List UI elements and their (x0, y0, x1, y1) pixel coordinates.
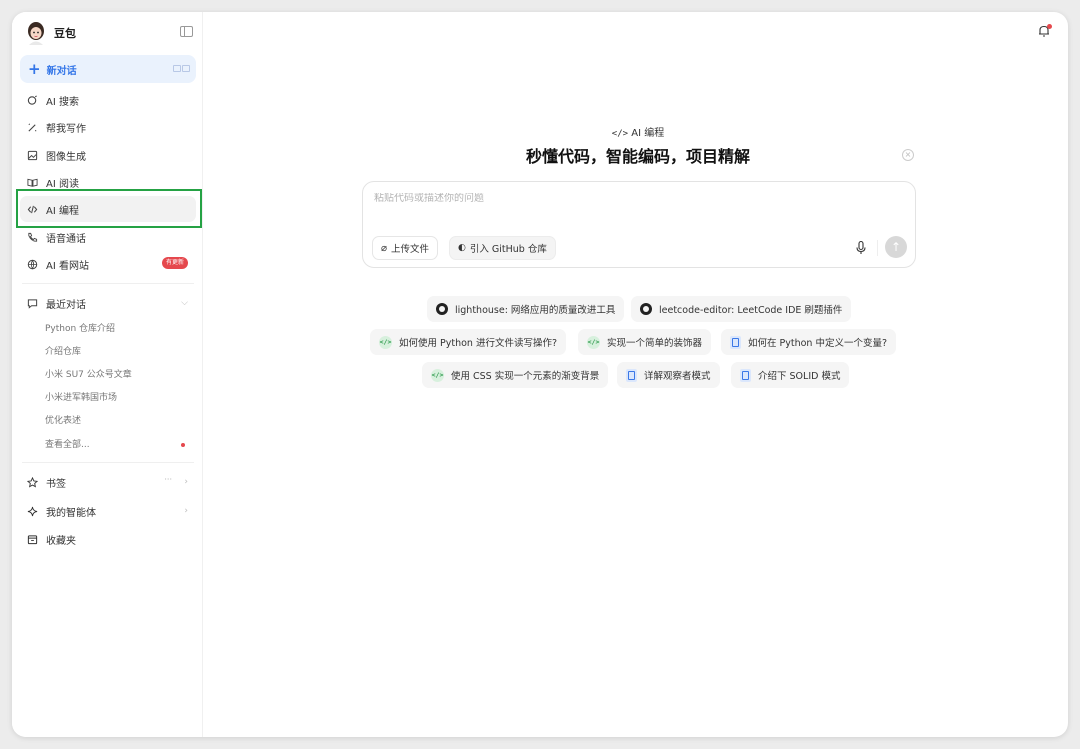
suggestion-text: 如何在 Python 中定义一个变量? (748, 338, 888, 349)
suggestion-text: 使用 CSS 实现一个元素的渐变背景 (451, 371, 600, 382)
history-item[interactable]: 介绍仓库 (45, 342, 81, 362)
prompt-input[interactable] (374, 193, 894, 204)
divider (22, 462, 194, 463)
send-button[interactable]: ↑ (885, 236, 907, 258)
upload-file-label: 上传文件 (391, 244, 430, 255)
more-icon[interactable]: ··· (164, 475, 172, 484)
suggestion-chip[interactable]: </> 使用 CSS 实现一个元素的渐变背景 (422, 362, 609, 388)
github-icon (436, 303, 448, 315)
close-icon[interactable]: × (902, 149, 914, 161)
phone-icon (28, 232, 38, 242)
update-badge: 有更新 (161, 257, 188, 269)
sidebar-item-writing[interactable]: 帮我写作 (20, 114, 196, 140)
sidebar-item-web-view[interactable]: AI 看网站 有更新 (20, 251, 196, 277)
history-item[interactable]: 小米 SU7 公众号文章 (45, 365, 132, 385)
import-github-button[interactable]: ◐ 引入 GitHub 仓库 (449, 236, 556, 260)
document-icon (730, 335, 741, 349)
app-window: 豆包 + 新对话 AI 搜索 帮我写作 图像生成 AI 阅读 AI 编程 语音通… (12, 12, 1068, 737)
sidebar-item-label: 图像生成 (46, 151, 86, 163)
document-icon (626, 368, 637, 382)
sparkle-icon (27, 506, 38, 516)
new-chat-label: 新对话 (46, 65, 77, 77)
suggestion-chip[interactable]: </> 实现一个简单的装饰器 (578, 329, 712, 355)
avatar (28, 22, 44, 45)
mode-label: AI 编程 (631, 128, 665, 139)
sidebar-item-favorites[interactable]: 收藏夹 (20, 527, 196, 551)
paperclip-icon: ⌀ (381, 242, 388, 254)
plus-icon: + (28, 59, 41, 78)
chat-bubble-icon (27, 298, 38, 309)
suggestion-text: lighthouse: 网络应用的质量改进工具 (455, 305, 616, 316)
sidebar-item-label: AI 编程 (46, 205, 79, 217)
code-icon: </> (379, 335, 392, 349)
suggestion-text: 介绍下 SOLID 模式 (758, 371, 841, 382)
sidebar-item-ai-search[interactable]: AI 搜索 (20, 87, 196, 113)
favorites-label: 收藏夹 (46, 535, 76, 547)
sidebar-item-ai-reading[interactable]: AI 阅读 (20, 169, 196, 195)
import-github-label: 引入 GitHub 仓库 (469, 244, 547, 255)
divider (22, 283, 194, 284)
github-icon (640, 303, 652, 315)
sidebar: 豆包 + 新对话 AI 搜索 帮我写作 图像生成 AI 阅读 AI 编程 语音通… (12, 12, 203, 737)
code-icon: </> (587, 335, 600, 349)
book-icon (27, 178, 38, 187)
microphone-icon[interactable] (855, 240, 867, 256)
sidebar-item-ai-coding[interactable]: AI 编程 (20, 196, 196, 222)
code-icon (27, 205, 38, 213)
brand[interactable]: 豆包 (26, 21, 76, 45)
chevron-right-icon[interactable]: › (184, 477, 188, 487)
new-chat-button[interactable]: + 新对话 (20, 55, 196, 83)
suggestion-chip[interactable]: lighthouse: 网络应用的质量改进工具 (427, 296, 625, 322)
github-icon: ◐ (458, 243, 466, 253)
sidebar-item-my-agents[interactable]: 我的智能体 › (20, 499, 196, 523)
chevron-down-icon[interactable]: ⌵ (181, 298, 188, 308)
archive-icon (27, 534, 38, 544)
suggestion-text: 实现一个简单的装饰器 (607, 338, 703, 349)
brand-name: 豆包 (54, 27, 76, 40)
sidebar-item-voice-call[interactable]: 语音通话 (20, 224, 196, 250)
history-item[interactable]: 小米进军韩国市场 (45, 388, 117, 408)
recent-chats-header[interactable]: 最近对话 ⌵ (20, 291, 196, 315)
mode-title: </> AI 编程 (362, 124, 914, 139)
document-icon (740, 368, 751, 382)
code-icon: </> (611, 129, 629, 139)
sidebar-item-label: AI 看网站 (46, 260, 89, 272)
suggestion-chip[interactable]: 如何在 Python 中定义一个变量? (721, 329, 897, 355)
code-icon: </> (431, 368, 444, 382)
my-agents-label: 我的智能体 (46, 507, 96, 519)
sidebar-item-label: AI 搜索 (46, 96, 79, 108)
recent-chats-title: 最近对话 (46, 299, 86, 311)
chevron-right-icon[interactable]: › (184, 506, 188, 516)
sidebar-item-label: AI 阅读 (46, 178, 79, 190)
suggestion-chip[interactable]: 详解观察者模式 (617, 362, 720, 388)
history-item[interactable]: 优化表述 (45, 411, 81, 431)
upload-file-button[interactable]: ⌀ 上传文件 (372, 236, 439, 260)
view-all-link[interactable]: 查看全部... (45, 435, 90, 455)
suggestion-text: 详解观察者模式 (644, 371, 711, 382)
sidebar-item-label: 帮我写作 (46, 123, 86, 135)
divider (877, 240, 878, 256)
sidebar-item-label: 语音通话 (46, 233, 86, 245)
shortcut-icon (173, 65, 190, 72)
sidebar-item-image-gen[interactable]: 图像生成 (20, 142, 196, 168)
globe-icon (27, 259, 38, 269)
sidebar-item-bookmarks[interactable]: 书签 ··· › (20, 470, 196, 494)
sidebar-collapse-icon[interactable] (180, 26, 193, 37)
suggestion-chip[interactable]: </> 如何使用 Python 进行文件读写操作? (370, 329, 567, 355)
notification-dot (1047, 24, 1052, 29)
pen-icon (28, 123, 37, 132)
suggestion-text: 如何使用 Python 进行文件读写操作? (399, 338, 558, 349)
search-icon (27, 94, 37, 105)
unread-dot (181, 443, 185, 447)
history-item[interactable]: Python 仓库介绍 (45, 319, 115, 339)
image-icon (27, 150, 38, 160)
suggestion-chip[interactable]: 介绍下 SOLID 模式 (731, 362, 850, 388)
suggestion-chip[interactable]: leetcode-editor: LeetCode IDE 刷题插件 (631, 296, 852, 322)
bookmarks-label: 书签 (46, 478, 66, 490)
page-title: 秒懂代码，智能编码，项目精解 (525, 147, 750, 166)
suggestion-text: leetcode-editor: LeetCode IDE 刷题插件 (659, 305, 843, 316)
star-icon (27, 476, 38, 488)
composer: ⌀ 上传文件 ◐ 引入 GitHub 仓库 ↑ (362, 181, 916, 268)
